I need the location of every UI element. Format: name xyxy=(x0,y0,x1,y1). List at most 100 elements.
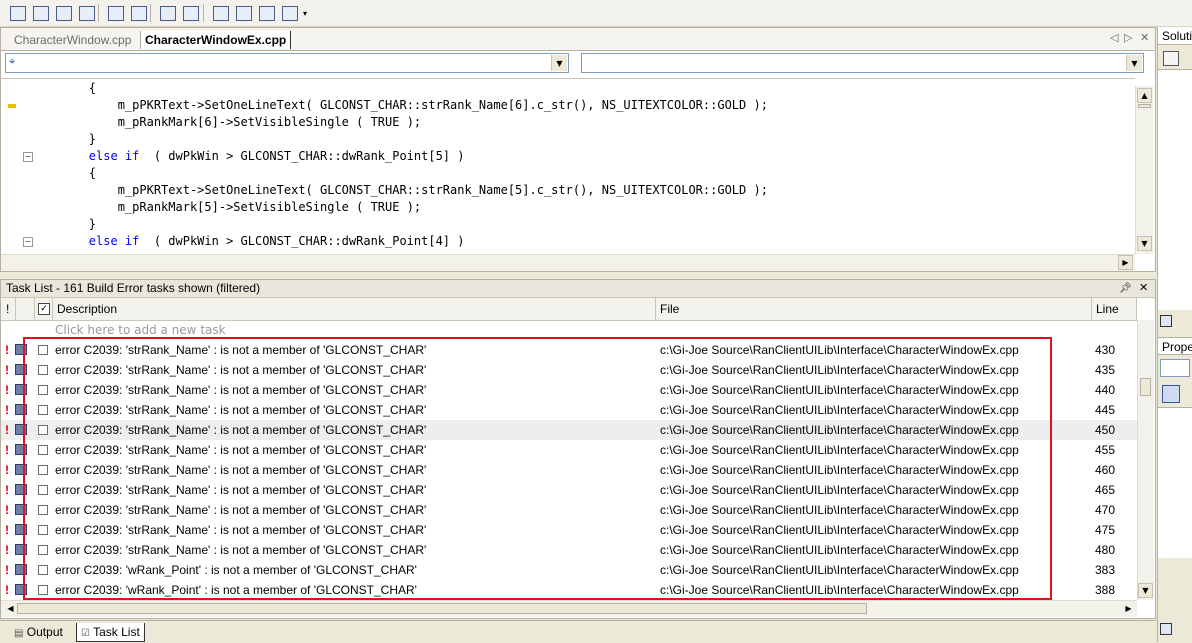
category-column-header[interactable] xyxy=(16,298,35,320)
priority-column-header[interactable]: ! xyxy=(1,298,16,320)
bookmark-toggle-icon[interactable] xyxy=(211,3,231,23)
fold-toggle[interactable]: − xyxy=(23,152,33,162)
error-priority-icon: ! xyxy=(5,563,9,577)
categorized-icon[interactable] xyxy=(1162,385,1180,403)
highlight-box xyxy=(23,337,1052,600)
scroll-right-icon[interactable]: ▶ xyxy=(1121,601,1136,616)
code-keyword: else if xyxy=(88,149,140,163)
code-line[interactable]: { xyxy=(31,165,96,182)
task-line: 465 xyxy=(1095,483,1116,497)
editor-tab-strip: CharacterWindow.cpp CharacterWindowEx.cp… xyxy=(1,28,1155,51)
fold-toggle[interactable]: − xyxy=(23,237,33,247)
error-priority-icon: ! xyxy=(5,583,9,597)
task-list-titlebar: Task List - 161 Build Error tasks shown … xyxy=(1,280,1155,298)
solution-tree[interactable] xyxy=(1158,69,1192,310)
code-editor: CharacterWindow.cpp CharacterWindowEx.cp… xyxy=(0,27,1156,272)
scroll-up-icon[interactable]: ▲ xyxy=(1137,88,1152,103)
decrease-indent-icon[interactable] xyxy=(106,3,126,23)
editor-horizontal-scrollbar[interactable]: ▶ xyxy=(1,254,1135,271)
tab-characterwindowex-cpp[interactable]: CharacterWindowEx.cpp xyxy=(140,31,292,49)
code-text: m_pPKRText->SetOneLineText( GLCONST_CHAR… xyxy=(117,183,768,197)
bookmark-icon[interactable] xyxy=(54,3,74,23)
toolbar-separator xyxy=(98,4,99,22)
code-line[interactable]: else if ( dwPkWin > GLCONST_CHAR::dwRank… xyxy=(31,233,465,250)
task-list-icon: ☑ xyxy=(81,628,90,639)
properties-grid[interactable] xyxy=(1158,407,1192,558)
properties-tab[interactable] xyxy=(1160,623,1172,636)
properties-toolbar-icon[interactable] xyxy=(1163,51,1179,66)
uncomment-icon[interactable] xyxy=(181,3,201,23)
close-tab-icon[interactable]: ✕ xyxy=(1140,31,1149,44)
error-priority-icon: ! xyxy=(5,363,9,377)
scroll-tabs-left-icon[interactable]: ◁ xyxy=(1110,31,1118,44)
task-line: 445 xyxy=(1095,403,1116,417)
bookmark-prev-icon[interactable] xyxy=(257,3,277,23)
task-line: 460 xyxy=(1095,463,1116,477)
font-icon[interactable] xyxy=(77,3,97,23)
tab-output[interactable]: ▤ Output xyxy=(10,623,67,641)
scrollbar-thumb[interactable] xyxy=(17,603,867,614)
task-list-vertical-scrollbar[interactable]: ▼ xyxy=(1137,320,1154,600)
task-list-horizontal-scrollbar[interactable]: ◀ ▶ xyxy=(1,600,1137,617)
task-line: 435 xyxy=(1095,363,1116,377)
scrollbar-thumb[interactable] xyxy=(1138,104,1151,108)
code-text: ( dwPkWin > GLCONST_CHAR::dwRank_Point[5… xyxy=(139,149,465,163)
tab-characterwindow-cpp[interactable]: CharacterWindow.cpp xyxy=(14,31,131,49)
code-line[interactable]: } xyxy=(31,131,96,148)
scroll-tabs-right-icon[interactable]: ▷ xyxy=(1124,31,1132,44)
properties-object-dropdown[interactable] xyxy=(1160,359,1190,377)
checked-column-header[interactable]: ✓ xyxy=(35,298,53,320)
member-dropdown[interactable]: ▼ xyxy=(581,53,1144,73)
solution-tab[interactable] xyxy=(1160,313,1172,329)
properties-title[interactable]: Prope xyxy=(1158,337,1192,355)
task-line: 430 xyxy=(1095,343,1116,357)
pin-icon[interactable]: 📌︎ xyxy=(1119,280,1132,297)
chevron-down-icon[interactable]: ▼ xyxy=(1126,55,1142,71)
toolbar-options-icon[interactable]: ▾ xyxy=(300,3,310,23)
scroll-down-icon[interactable]: ▼ xyxy=(1137,236,1152,251)
code-area[interactable]: { m_pPKRText->SetOneLineText( GLCONST_CH… xyxy=(1,78,1135,255)
code-text: m_pPKRText->SetOneLineText( GLCONST_CHAR… xyxy=(117,98,768,112)
outline-icon[interactable] xyxy=(8,3,28,23)
tab-output-label: Output xyxy=(26,625,63,639)
checkmark-icon: ✓ xyxy=(38,303,50,315)
scroll-down-icon[interactable]: ▼ xyxy=(1138,583,1153,598)
line-column-header[interactable]: Line xyxy=(1092,298,1137,320)
code-line[interactable]: { xyxy=(31,80,96,97)
code-line[interactable]: m_pPKRText->SetOneLineText( GLCONST_CHAR… xyxy=(31,97,768,114)
scroll-right-icon[interactable]: ▶ xyxy=(1118,255,1133,270)
scroll-left-icon[interactable]: ◀ xyxy=(3,601,18,616)
task-line: 388 xyxy=(1095,583,1116,597)
code-text: m_pRankMark[5]->SetVisibleSingle ( TRUE … xyxy=(117,200,422,214)
bookmark-clear-icon[interactable] xyxy=(280,3,300,23)
code-line[interactable]: m_pPKRText->SetOneLineText( GLCONST_CHAR… xyxy=(31,182,768,199)
current-line-marker xyxy=(8,104,16,108)
code-line[interactable]: else if ( dwPkWin > GLCONST_CHAR::dwRank… xyxy=(31,148,465,165)
code-line[interactable]: } xyxy=(31,216,96,233)
description-column-header[interactable]: Description xyxy=(53,298,656,320)
code-line[interactable]: m_pRankMark[5]->SetVisibleSingle ( TRUE … xyxy=(31,199,421,216)
error-priority-icon: ! xyxy=(5,523,9,537)
task-line: 450 xyxy=(1095,423,1116,437)
task-list-header: ! ✓ Description File Line xyxy=(1,298,1137,321)
scrollbar-thumb[interactable] xyxy=(1140,378,1151,396)
solution-explorer-title[interactable]: Soluti xyxy=(1158,27,1192,45)
chevron-down-icon[interactable]: ▼ xyxy=(551,55,567,71)
increase-indent-icon[interactable] xyxy=(129,3,149,23)
error-priority-icon: ! xyxy=(5,463,9,477)
editor-vertical-scrollbar[interactable]: ▲ ▼ xyxy=(1135,86,1154,254)
tab-task-list[interactable]: ☑ Task List xyxy=(76,623,145,642)
close-icon[interactable]: ✕ xyxy=(1139,280,1148,297)
file-column-header[interactable]: File xyxy=(656,298,1092,320)
bookmark-next-icon[interactable] xyxy=(234,3,254,23)
code-line[interactable]: m_pRankMark[6]->SetVisibleSingle ( TRUE … xyxy=(31,114,421,131)
class-dropdown[interactable]: ⌖ ▼ xyxy=(5,53,569,73)
indent-icon[interactable] xyxy=(31,3,51,23)
comment-icon[interactable] xyxy=(158,3,178,23)
